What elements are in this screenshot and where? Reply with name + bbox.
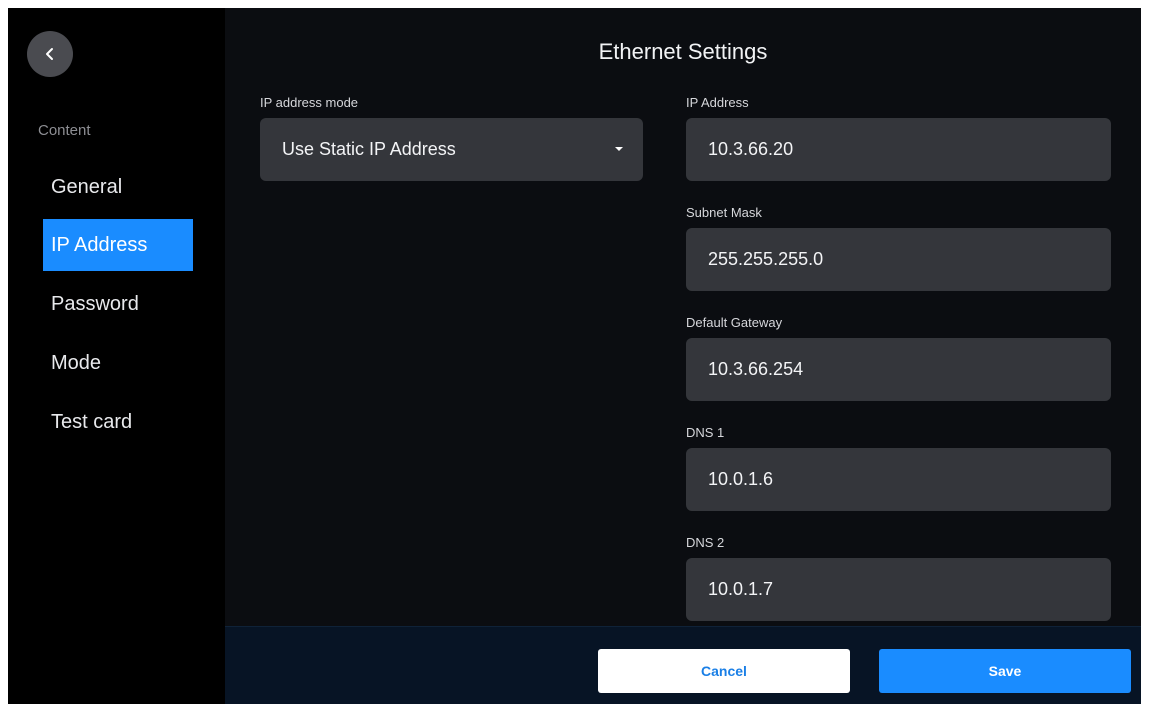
sidebar-item-test-card[interactable]: Test card [43,396,193,448]
sidebar: Content General IP Address Password Mode… [8,8,225,704]
default-gateway-label: Default Gateway [686,315,783,330]
ip-mode-label: IP address mode [260,95,359,110]
dns1-label: DNS 1 [686,425,725,440]
footer-bar: Cancel Save [225,626,1141,704]
dns2-value: 10.0.1.7 [708,579,774,599]
cancel-button[interactable]: Cancel [598,649,850,693]
ip-address-field[interactable]: 10.3.66.20 [686,118,1111,181]
settings-panel: Ethernet Settings IP address mode Use St… [225,8,1141,626]
dns1-field[interactable]: 10.0.1.6 [686,448,1111,511]
ip-address-value: 10.3.66.20 [708,139,794,159]
save-button[interactable]: Save [879,649,1131,693]
subnet-mask-label: Subnet Mask [686,205,762,220]
sidebar-item-password[interactable]: Password [43,278,193,330]
sidebar-item-general[interactable]: General [43,161,193,213]
ip-mode-select[interactable]: Use Static IP Address [260,118,643,181]
subnet-mask-field[interactable]: 255.255.255.0 [686,228,1111,291]
default-gateway-field[interactable]: 10.3.66.254 [686,338,1111,401]
dns2-label: DNS 2 [686,535,725,550]
ip-mode-value: Use Static IP Address [282,139,456,159]
default-gateway-value: 10.3.66.254 [708,359,804,379]
caret-down-icon [615,147,623,151]
back-button[interactable] [27,31,73,77]
chevron-left-icon [46,48,53,60]
sidebar-item-ip-address[interactable]: IP Address [43,219,193,271]
dns2-field[interactable]: 10.0.1.7 [686,558,1111,621]
subnet-mask-value: 255.255.255.0 [708,249,824,269]
sidebar-section-label: Content [38,122,91,139]
dns1-value: 10.0.1.6 [708,469,774,489]
page-title: Ethernet Settings [598,39,768,64]
sidebar-item-mode[interactable]: Mode [43,337,193,389]
ip-address-label: IP Address [686,95,749,110]
app-frame: Content General IP Address Password Mode… [8,8,1141,704]
